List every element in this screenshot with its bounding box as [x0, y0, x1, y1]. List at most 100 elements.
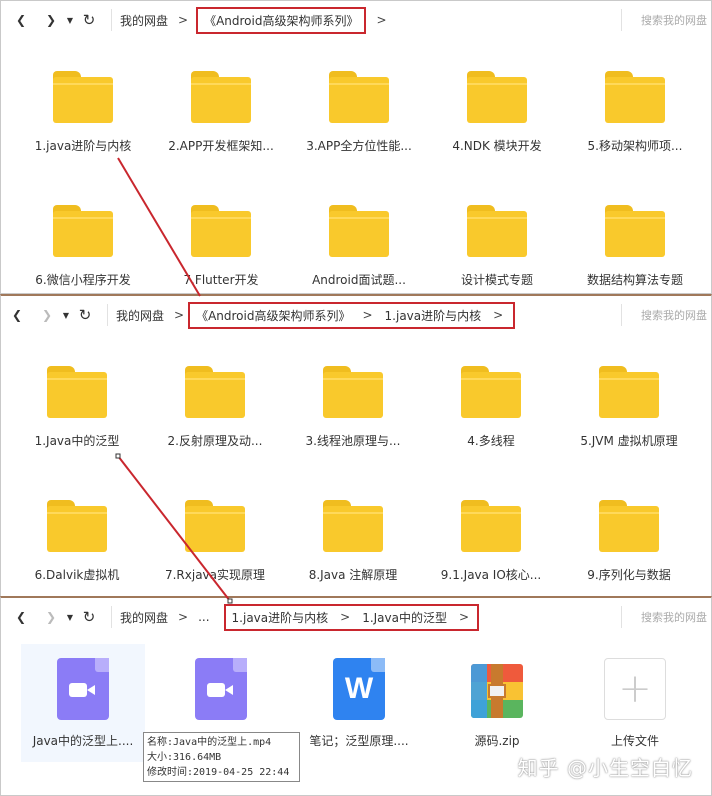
- upload-icon: +: [604, 658, 666, 720]
- folder-item[interactable]: 数据结构算法专题: [573, 205, 697, 288]
- back-icon[interactable]: ❮: [5, 303, 29, 327]
- folder-item[interactable]: 设计模式专题: [435, 205, 559, 288]
- navigation-bar: ❮ ❯ ▼ ↻ 我的网盘 > 《Android高级架构师系列》 > 1.java…: [1, 296, 711, 334]
- file-item[interactable]: Java中的泛型上....: [21, 644, 145, 762]
- folder-name: 2.APP开发框架知...: [168, 139, 274, 153]
- folder-item[interactable]: 7.Rxjava实现原理: [153, 500, 277, 583]
- breadcrumb-highlight-box: 《Android高级架构师系列》: [196, 6, 367, 34]
- folder-icon: [53, 205, 113, 257]
- breadcrumb-current[interactable]: 《Android高级架构师系列》: [204, 12, 358, 29]
- file-name: 笔记；泛型原理....: [309, 734, 409, 748]
- file-item[interactable]: 源码.zip: [435, 644, 559, 762]
- search-input[interactable]: 搜索我的网盘: [621, 304, 711, 326]
- folder-item[interactable]: 7.Flutter开发: [159, 205, 283, 288]
- breadcrumb-highlight-box: 《Android高级架构师系列》 > 1.java进阶与内核 >: [188, 301, 516, 329]
- folder-item[interactable]: 4.NDK 模块开发: [435, 71, 559, 154]
- folder-item[interactable]: Android面试题...: [297, 205, 421, 288]
- folder-icon: [467, 205, 527, 257]
- folder-name: 5.移动架构师项...: [587, 139, 683, 153]
- file-browser-panel-root-series: ❮ ❯ ▼ ↻ 我的网盘 > 《Android高级架构师系列》 > 搜索我的网盘…: [0, 0, 712, 294]
- search-input[interactable]: 搜索我的网盘: [621, 9, 711, 31]
- breadcrumb-separator: >: [178, 610, 189, 624]
- folder-icon: [461, 366, 521, 418]
- history-dropdown-icon[interactable]: ▼: [59, 303, 73, 327]
- breadcrumb-parent[interactable]: 《Android高级架构师系列》: [196, 307, 350, 324]
- breadcrumb-separator: >: [340, 610, 351, 624]
- tooltip-name: 名称:Java中的泛型上.mp4: [147, 737, 272, 748]
- folder-name: 3.APP全方位性能...: [306, 139, 412, 153]
- folder-item[interactable]: 9.1.Java IO核心...: [429, 500, 553, 583]
- folder-icon: [323, 366, 383, 418]
- folder-name: 5.JVM 虚拟机原理: [580, 434, 678, 448]
- folder-item[interactable]: 6.Dalvik虚拟机: [15, 500, 139, 583]
- folder-icon: [605, 205, 665, 257]
- folder-name: 6.Dalvik虚拟机: [34, 568, 120, 582]
- back-icon[interactable]: ❮: [9, 605, 33, 629]
- folder-item[interactable]: 5.移动架构师项...: [573, 71, 697, 154]
- folder-icon: [185, 500, 245, 552]
- folder-icon: [329, 71, 389, 123]
- folder-item[interactable]: 1.java进阶与内核: [21, 71, 145, 154]
- breadcrumb-separator: >: [459, 610, 470, 624]
- folder-name: 1.Java中的泛型: [34, 434, 120, 448]
- folder-item[interactable]: 8.Java 注解原理: [291, 500, 415, 583]
- breadcrumb-root[interactable]: 我的网盘: [120, 12, 168, 29]
- search-placeholder: 搜索我的网盘: [641, 309, 707, 322]
- folder-item[interactable]: 2.反射原理及动...: [153, 366, 277, 449]
- file-info-tooltip: 名称:Java中的泛型上.mp4 大小:316.64MB 修改时间:2019-0…: [143, 732, 300, 782]
- folder-name: 7.Flutter开发: [183, 273, 259, 287]
- folder-item[interactable]: 4.多线程: [429, 366, 553, 449]
- folder-name: 2.反射原理及动...: [167, 434, 263, 448]
- forward-icon[interactable]: ❯: [39, 605, 63, 629]
- folder-name: 1.java进阶与内核: [34, 139, 132, 153]
- folder-icon: [47, 500, 107, 552]
- folder-name: 4.多线程: [467, 434, 515, 448]
- folder-icon: [599, 366, 659, 418]
- folder-item[interactable]: 9.序列化与数据: [567, 500, 691, 583]
- folder-item[interactable]: 3.APP全方位性能...: [297, 71, 421, 154]
- folder-name: 4.NDK 模块开发: [452, 139, 542, 153]
- folder-item[interactable]: 1.Java中的泛型: [15, 366, 139, 449]
- folder-icon: [467, 71, 527, 123]
- breadcrumb-current[interactable]: 1.java进阶与内核: [385, 307, 482, 324]
- folder-icon: [329, 205, 389, 257]
- folder-icon: [185, 366, 245, 418]
- folder-icon: [191, 205, 251, 257]
- refresh-icon[interactable]: ↻: [73, 303, 97, 327]
- video-file-icon: [57, 658, 109, 720]
- folder-icon: [191, 71, 251, 123]
- file-browser-panel-java-core: ❮ ❯ ▼ ↻ 我的网盘 > 《Android高级架构师系列》 > 1.java…: [0, 294, 712, 596]
- folder-item[interactable]: 2.APP开发框架知...: [159, 71, 283, 154]
- history-dropdown-icon[interactable]: ▼: [63, 605, 77, 629]
- search-placeholder: 搜索我的网盘: [641, 611, 707, 624]
- back-icon[interactable]: ❮: [9, 8, 33, 32]
- breadcrumb-root[interactable]: 我的网盘: [116, 307, 164, 324]
- breadcrumb-current[interactable]: 1.Java中的泛型: [362, 609, 447, 626]
- folder-icon: [605, 71, 665, 123]
- upload-label: 上传文件: [610, 734, 659, 748]
- folder-icon: [53, 71, 113, 123]
- folder-item[interactable]: 3.线程池原理与...: [291, 366, 415, 449]
- folder-icon: [323, 500, 383, 552]
- search-input[interactable]: 搜索我的网盘: [621, 606, 711, 628]
- upload-button[interactable]: + 上传文件: [573, 644, 697, 762]
- file-name: 源码.zip: [474, 734, 520, 748]
- tooltip-size: 大小:316.64MB: [147, 752, 222, 763]
- divider: [107, 304, 108, 326]
- folder-icon: [599, 500, 659, 552]
- tooltip-mtime: 修改时间:2019-04-25 22:44: [147, 767, 290, 778]
- navigation-bar: ❮ ❯ ▼ ↻ 我的网盘 > ... 1.java进阶与内核 > 1.Java中…: [1, 598, 711, 636]
- refresh-icon[interactable]: ↻: [77, 605, 101, 629]
- folder-item[interactable]: 5.JVM 虚拟机原理: [567, 366, 691, 449]
- breadcrumb-ellipsis[interactable]: ...: [198, 610, 209, 624]
- folder-name: 3.线程池原理与...: [305, 434, 401, 448]
- file-item[interactable]: W 笔记；泛型原理....: [297, 644, 421, 762]
- forward-icon[interactable]: ❯: [35, 303, 59, 327]
- breadcrumb-root[interactable]: 我的网盘: [120, 609, 168, 626]
- refresh-icon[interactable]: ↻: [77, 8, 101, 32]
- folder-item[interactable]: 6.微信小程序开发: [21, 205, 145, 288]
- history-dropdown-icon[interactable]: ▼: [63, 8, 77, 32]
- breadcrumb-parent[interactable]: 1.java进阶与内核: [232, 609, 329, 626]
- forward-icon[interactable]: ❯: [39, 8, 63, 32]
- folder-name: Android面试题...: [312, 273, 406, 287]
